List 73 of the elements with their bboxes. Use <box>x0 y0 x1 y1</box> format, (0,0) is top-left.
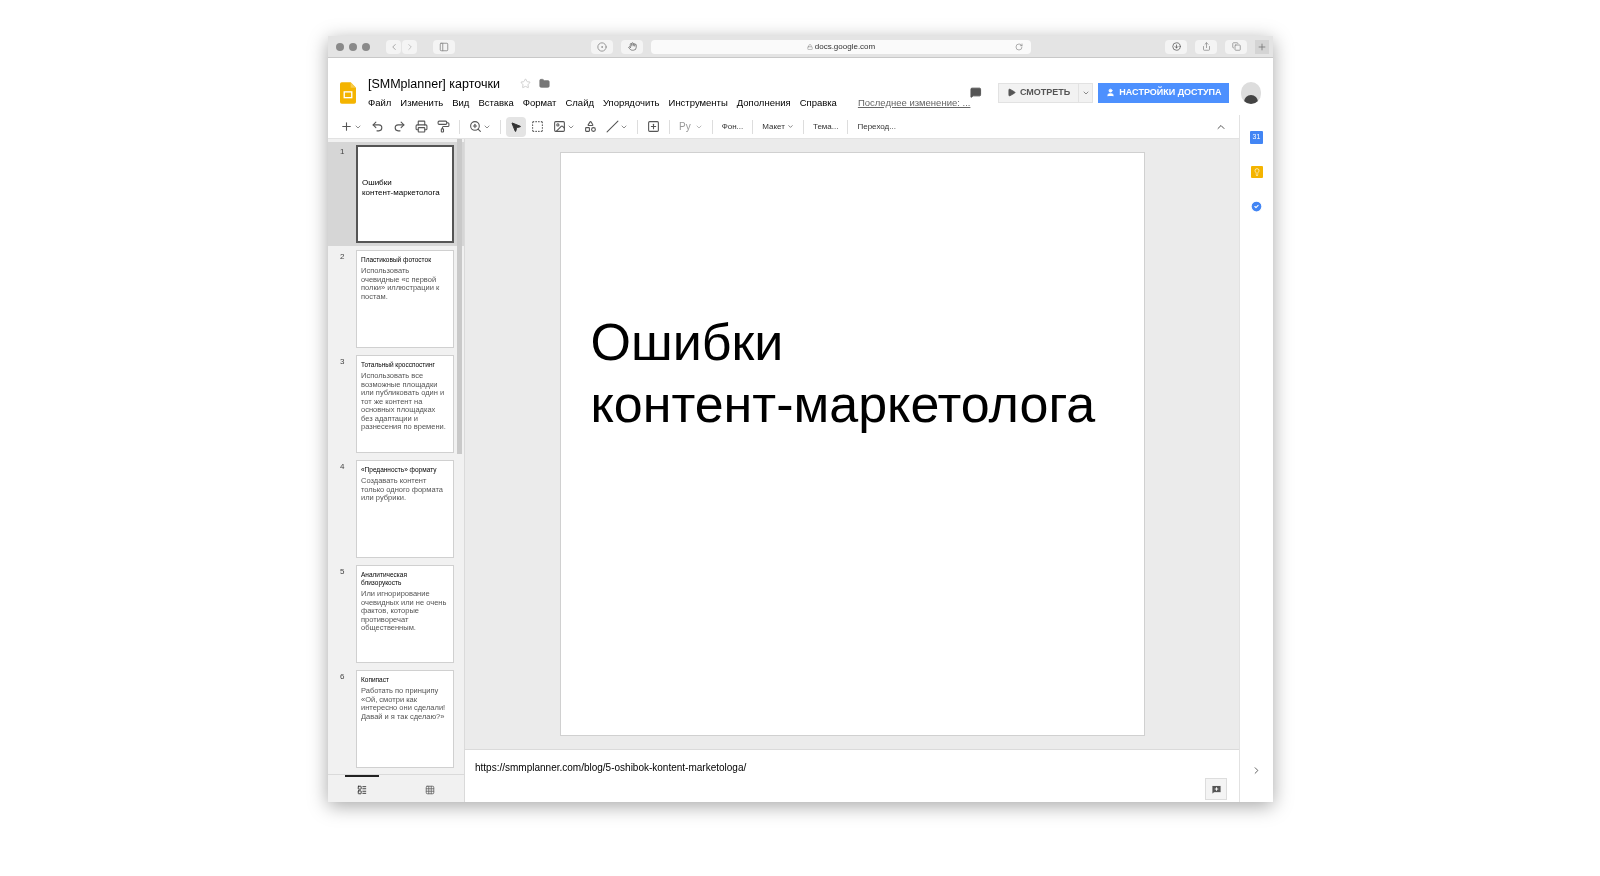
select-button[interactable] <box>506 116 526 137</box>
sidebar-button[interactable] <box>433 39 455 54</box>
new-tab-button[interactable] <box>1255 39 1269 54</box>
menu-item[interactable]: Вид <box>452 96 470 111</box>
slide-title[interactable]: контент-маркетолога <box>590 373 1144 435</box>
tabs-icon <box>1231 42 1241 51</box>
hand-icon <box>627 42 637 51</box>
menu-item[interactable]: Слайд <box>565 96 594 111</box>
download-icon <box>1171 42 1181 51</box>
play-icon <box>1006 88 1016 97</box>
shapes-icon <box>584 120 597 133</box>
printer-icon <box>415 120 428 133</box>
share-button[interactable] <box>1195 39 1217 54</box>
extension-button[interactable] <box>621 39 643 54</box>
reload-icon <box>1015 42 1023 51</box>
list-icon <box>357 784 367 795</box>
menu-item[interactable]: Инструменты <box>668 96 728 111</box>
comments-icon[interactable] <box>970 86 982 99</box>
slide-number: 2 <box>340 251 346 263</box>
keep-icon[interactable] <box>1250 166 1263 178</box>
tasks-icon[interactable] <box>1250 200 1263 213</box>
slide-number: 6 <box>340 671 346 683</box>
extension-button[interactable] <box>591 39 613 54</box>
sidebar-icon <box>439 41 449 52</box>
downloads-button[interactable] <box>1165 39 1187 54</box>
image-icon <box>553 120 566 133</box>
toolbar-button[interactable]: Тема... <box>808 120 843 133</box>
notes-text: https://smmplanner.com/blog/5-oshibok-kontent-marketologa/ <box>475 761 747 775</box>
slides-logo-icon[interactable] <box>340 80 356 105</box>
menu-item[interactable]: Вставка <box>478 96 514 111</box>
menu-item[interactable]: Формат <box>522 96 557 111</box>
caret-icon <box>786 123 794 130</box>
add-comment-icon <box>1210 783 1222 795</box>
circle-icon <box>597 41 607 52</box>
document-title[interactable]: [SMMplanner] карточки <box>368 74 500 94</box>
menu-item[interactable]: Справка <box>799 96 837 111</box>
menu-item[interactable]: Упорядочить <box>603 96 660 111</box>
slide-number: 4 <box>340 461 346 473</box>
tabs-button[interactable] <box>1225 39 1247 54</box>
add-comment-icon <box>647 120 660 133</box>
add-comment-button[interactable] <box>1205 778 1227 800</box>
plus-icon <box>1257 41 1267 52</box>
line-icon <box>606 120 619 133</box>
share-icon <box>1201 42 1211 51</box>
present-button[interactable]: СМОТРЕТЬ <box>997 82 1080 103</box>
toolbar-button[interactable]: Макет <box>758 120 798 133</box>
zoom-icon <box>469 120 482 133</box>
last-edit-link[interactable]: Последнее изменение: ... <box>857 96 971 111</box>
slide-number: 3 <box>340 356 346 368</box>
avatar[interactable] <box>1241 81 1261 104</box>
plus-icon <box>340 120 353 133</box>
slide-thumbnail[interactable]: Ошибки контент-маркетолога <box>356 145 454 243</box>
folder-icon[interactable] <box>538 78 550 90</box>
speaker-notes[interactable]: https://smmplanner.com/blog/5-oshibok-kontent-marketologa/ <box>465 749 1239 802</box>
undo-icon <box>371 120 384 133</box>
slide-number: 1 <box>340 146 346 158</box>
url-text: docs.google.com <box>814 40 876 53</box>
address-bar[interactable]: docs.google.com <box>651 39 1031 54</box>
toolbar-button[interactable]: Фон... <box>717 120 748 133</box>
toolbar-button[interactable]: Переход... <box>853 120 900 133</box>
grid-icon <box>425 784 435 795</box>
slide-number: 5 <box>340 566 346 578</box>
slide-title[interactable]: Ошибки <box>590 311 1144 373</box>
menu-item[interactable]: Файл <box>368 96 392 111</box>
text-box-icon <box>531 120 544 133</box>
redo-icon <box>393 120 406 133</box>
menu-item[interactable]: Изменить <box>400 96 444 111</box>
cursor-icon <box>510 120 522 133</box>
lock-icon <box>806 43 813 50</box>
paint-roller-icon <box>437 120 450 133</box>
star-icon[interactable] <box>519 78 531 90</box>
menu-item[interactable]: Дополнения <box>736 96 791 111</box>
person-icon <box>1106 88 1116 97</box>
